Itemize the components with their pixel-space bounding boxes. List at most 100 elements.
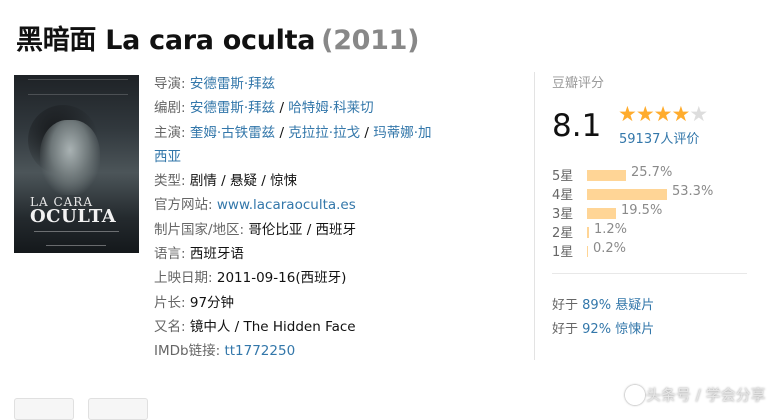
star-empty-icon: ★ — [689, 102, 708, 126]
better-than-genre-link[interactable]: 悬疑片 — [615, 298, 654, 313]
info-website: 官方网站: www.lacaraoculta.es — [154, 193, 474, 217]
imdb-link[interactable]: tt1772250 — [224, 343, 295, 359]
column-divider — [534, 72, 535, 360]
rating-bar-label: 3星 — [552, 207, 574, 222]
better-than: 好于 89% 悬疑片 好于 92% 惊悚片 — [552, 294, 654, 342]
rating-bar-percent: 19.5% — [621, 203, 663, 218]
website-link[interactable]: www.lacaraoculta.es — [217, 197, 356, 213]
poster-credit-line — [46, 245, 106, 246]
rating-bar-row: 2星 1.2% — [552, 222, 742, 241]
release-label: 上映日期: — [154, 270, 213, 287]
poster-figure-face — [40, 120, 100, 195]
better-than-row: 好于 92% 惊悚片 — [552, 318, 654, 342]
cast-link[interactable]: 玛蒂娜·加 — [373, 125, 431, 141]
separator: / — [360, 124, 374, 141]
writer-link[interactable]: 哈特姆·科莱切 — [288, 100, 373, 116]
rating-bar-fill — [587, 246, 588, 257]
info-imdb: IMDb链接: tt1772250 — [154, 339, 474, 363]
country-value: 哥伦比亚 / 西班牙 — [248, 221, 357, 238]
runtime-label: 片长: — [154, 294, 186, 311]
rating-bar-percent: 0.2% — [593, 241, 627, 256]
better-than-row: 好于 89% 悬疑片 — [552, 294, 654, 318]
genre-label: 类型: — [154, 173, 186, 190]
star-filled-icon: ★ — [653, 102, 673, 126]
rating-bar-fill — [587, 189, 667, 200]
info-director: 导演: 安德雷斯·拜兹 — [154, 72, 474, 96]
better-than-prefix: 好于 — [552, 322, 579, 337]
imdb-label: IMDb链接: — [154, 343, 221, 360]
want-to-watch-button[interactable] — [14, 398, 74, 420]
cast-link[interactable]: 克拉拉·拉戈 — [288, 125, 360, 141]
info-cast-wrap: 西亚 — [154, 145, 474, 169]
better-than-genre-link[interactable]: 惊悚片 — [615, 322, 654, 337]
info-release: 上映日期: 2011-09-16(西班牙) — [154, 266, 474, 290]
watermark-logo-icon — [625, 385, 645, 405]
star-filled-icon: ★ — [671, 102, 690, 126]
cast-link-wrap[interactable]: 西亚 — [154, 149, 181, 165]
aka-value: 镜中人 / The Hidden Face — [189, 318, 356, 335]
separator: / — [216, 173, 230, 190]
rating-label: 豆瓣评分 — [552, 76, 605, 91]
info-cast: 主演: 奎姆·古铁雷兹 / 克拉拉·拉戈 / 玛蒂娜·加 — [154, 121, 474, 145]
language-label: 语言: — [154, 246, 186, 263]
watched-button[interactable] — [88, 398, 148, 420]
info-country: 制片国家/地区: 哥伦比亚 / 西班牙 — [154, 218, 474, 242]
info-genre: 类型: 剧情 / 悬疑 / 惊悚 — [154, 169, 474, 193]
writer-label: 编剧: — [154, 100, 186, 117]
watermark: 头条号 / 学会分享 — [646, 386, 766, 404]
genre-value: 剧情 — [189, 173, 217, 190]
better-than-percent-link[interactable]: 92% — [582, 322, 611, 337]
rating-bar-fill — [587, 208, 616, 219]
page-title: 黑暗面 La cara oculta (2011) — [16, 18, 419, 57]
separator: / — [257, 173, 271, 190]
rating-divider — [552, 273, 747, 274]
cast-label: 主演: — [154, 124, 186, 141]
info-runtime: 片长: 97分钟 — [154, 291, 474, 315]
rating-bar-percent: 25.7% — [631, 165, 673, 180]
rating-bar-fill — [587, 227, 589, 238]
movie-poster[interactable]: LA CARA OCULTA — [14, 75, 139, 253]
rating-bar-percent: 53.3% — [672, 184, 714, 199]
rating-stars-icon: ★★★★★ — [618, 102, 708, 126]
separator: / — [275, 100, 289, 117]
rating-bar-row: 5星 25.7% — [552, 165, 742, 184]
cast-link[interactable]: 奎姆·古铁雷兹 — [190, 125, 275, 141]
language-value: 西班牙语 — [189, 246, 244, 263]
better-than-prefix: 好于 — [552, 298, 579, 313]
director-link[interactable]: 安德雷斯·拜兹 — [190, 76, 275, 92]
movie-year: (2011) — [321, 25, 420, 56]
star-filled-icon: ★ — [618, 102, 637, 126]
rating-bar-row: 4星 53.3% — [552, 184, 742, 203]
rating-bar-label: 2星 — [552, 226, 574, 241]
separator: / — [275, 124, 289, 141]
movie-title: 黑暗面 La cara oculta — [16, 25, 316, 56]
genre-value: 悬疑 — [230, 173, 257, 190]
writer-link[interactable]: 安德雷斯·拜兹 — [190, 100, 275, 116]
better-than-percent-link[interactable]: 89% — [582, 298, 611, 313]
poster-title-line2: OCULTA — [30, 206, 117, 227]
movie-info: 导演: 安德雷斯·拜兹 编剧: 安德雷斯·拜兹 / 哈特姆·科莱切 主演: 奎姆… — [154, 72, 474, 364]
rating-bar-row: 1星 0.2% — [552, 241, 742, 260]
rating-bar-label: 4星 — [552, 188, 574, 203]
info-aka: 又名: 镜中人 / The Hidden Face — [154, 315, 474, 339]
poster-credits — [28, 79, 128, 95]
genre-value: 惊悚 — [270, 173, 298, 190]
rating-bar-label: 1星 — [552, 245, 574, 260]
rating-bar-row: 3星 19.5% — [552, 203, 742, 222]
rating-score: 8.1 — [552, 108, 602, 144]
aka-label: 又名: — [154, 318, 186, 335]
rating-bar-percent: 1.2% — [594, 222, 628, 237]
info-writer: 编剧: 安德雷斯·拜兹 / 哈特姆·科莱切 — [154, 96, 474, 120]
director-label: 导演: — [154, 76, 186, 92]
rating-bar-fill — [587, 170, 626, 181]
poster-credit-line — [34, 231, 119, 232]
country-label: 制片国家/地区: — [154, 221, 245, 238]
rating-bar-label: 5星 — [552, 169, 574, 184]
release-value: 2011-09-16(西班牙) — [216, 270, 347, 287]
star-filled-icon: ★ — [635, 102, 655, 126]
info-language: 语言: 西班牙语 — [154, 242, 474, 266]
rating-panel: 豆瓣评分 8.1 ★★★★★ 59137人评价 5星 25.7% 4星 53.3… — [552, 72, 748, 260]
rating-count-link[interactable]: 59137人评价 — [619, 128, 699, 147]
runtime-value: 97分钟 — [189, 294, 235, 311]
website-label: 官方网站: — [154, 197, 213, 214]
